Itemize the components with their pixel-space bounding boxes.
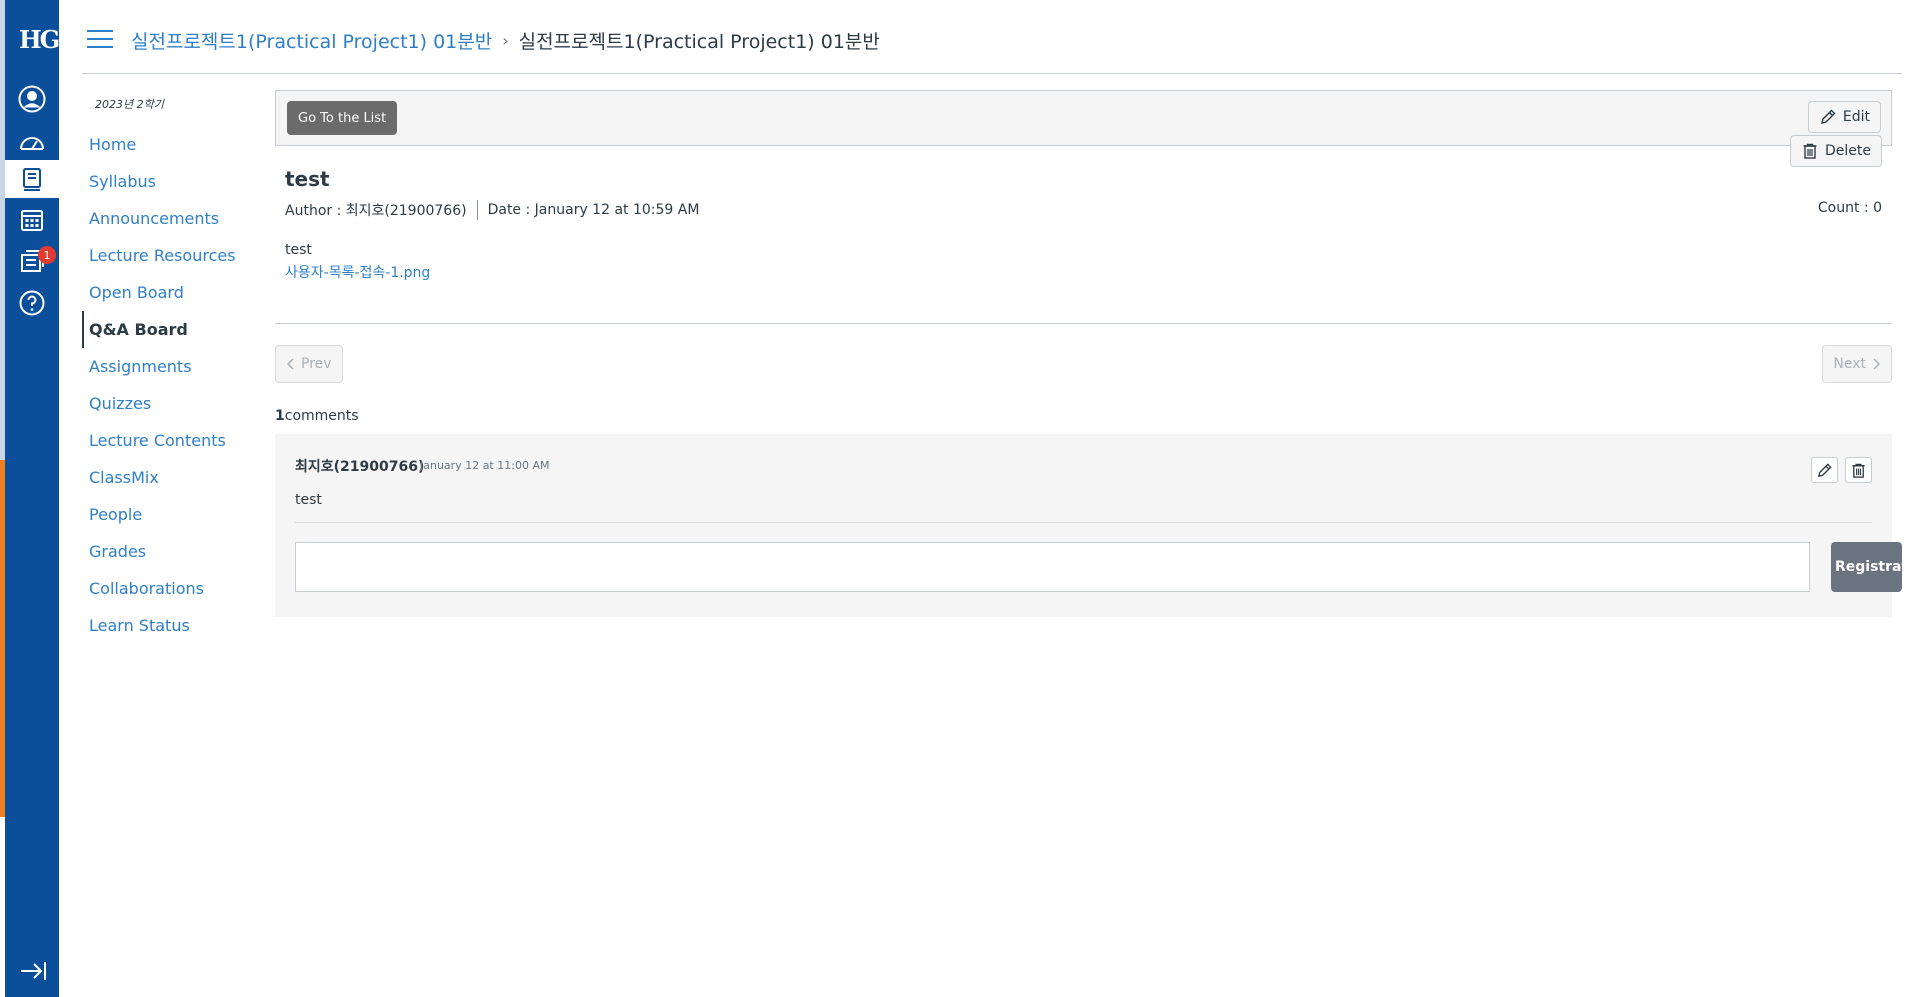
pencil-icon — [1820, 109, 1836, 124]
user-avatar-icon — [18, 85, 46, 113]
comment-delete-button[interactable] — [1845, 457, 1872, 483]
comment-divider — [295, 522, 1872, 523]
post-body: test — [285, 242, 312, 258]
comments-count: 1comments — [275, 408, 359, 424]
post-toolbar: Go To the List Edit — [275, 90, 1892, 146]
post-date: Date : January 12 at 10:59 AM — [487, 202, 700, 218]
nav-qa-board[interactable]: Q&A Board — [82, 311, 262, 348]
dashboard-button[interactable] — [5, 124, 59, 162]
delete-label: Delete — [1825, 143, 1871, 159]
nav-learn-status[interactable]: Learn Status — [82, 607, 262, 644]
content-divider — [275, 323, 1892, 324]
next-label: Next — [1833, 356, 1866, 372]
nav-lecture-contents[interactable]: Lecture Contents — [82, 422, 262, 459]
courses-button[interactable] — [5, 160, 59, 198]
notification-badge: 1 — [38, 246, 56, 264]
trash-icon — [1803, 143, 1817, 159]
nav-assignments[interactable]: Assignments — [82, 348, 262, 385]
trash-icon — [1852, 463, 1865, 478]
post-content: Go To the List Edit Delete test Author:… — [275, 90, 1924, 617]
breadcrumb: 실전프로젝트1(Practical Project1) 01분반 › 실전프로젝… — [131, 27, 880, 54]
comments-count-suffix: comments — [284, 408, 359, 424]
nav-classmix[interactable]: ClassMix — [82, 459, 262, 496]
comments-count-number: 1 — [275, 408, 285, 424]
nav-home[interactable]: Home — [82, 126, 262, 163]
help-button[interactable] — [5, 284, 59, 322]
course-navigation: 2023년 2학기 Home Syllabus Announcements Le… — [82, 96, 262, 644]
meta-divider — [476, 200, 478, 220]
global-nav-rail: HGU 1 — [5, 0, 79, 997]
nav-open-board[interactable]: Open Board — [82, 274, 262, 311]
chevron-left-icon — [286, 358, 294, 370]
post-author: Author : 최지호(21900766) — [285, 203, 467, 219]
collapse-nav-button[interactable] — [19, 960, 47, 986]
inbox-button[interactable]: 1 — [5, 242, 59, 280]
collapse-arrow-icon — [21, 962, 46, 980]
pencil-icon — [1817, 462, 1832, 477]
dashboard-gauge-icon — [20, 137, 44, 150]
comment-edit-button[interactable] — [1811, 457, 1838, 483]
chevron-right-icon — [1873, 358, 1881, 370]
edit-button[interactable]: Edit — [1807, 101, 1881, 133]
comment-input[interactable] — [295, 542, 1810, 592]
go-to-list-button[interactable]: Go To the List — [287, 101, 398, 135]
prev-button[interactable]: Prev — [275, 345, 343, 383]
nav-collaborations[interactable]: Collaborations — [82, 570, 262, 607]
nav-people[interactable]: People — [82, 496, 262, 533]
help-icon — [19, 290, 45, 316]
nav-announcements[interactable]: Announcements — [82, 200, 262, 237]
term-label: 2023년 2학기 — [95, 98, 164, 111]
institution-logo[interactable]: HGU — [19, 25, 79, 54]
post-title: test — [285, 167, 330, 191]
page: HGU 1 실전프로젝트1(Practical Project1) 01분반 ›… — [0, 0, 1924, 997]
delete-button[interactable]: Delete — [1790, 135, 1882, 167]
post-meta: Author : 최지호(21900766) Date : January 12… — [285, 200, 699, 220]
calendar-icon — [21, 210, 43, 231]
hamburger-icon — [87, 30, 113, 32]
nav-syllabus[interactable]: Syllabus — [82, 163, 262, 200]
header-divider — [82, 73, 1902, 74]
course-menu-toggle[interactable] — [87, 30, 113, 50]
view-count: Count : 0 — [1817, 200, 1882, 216]
nav-grades[interactable]: Grades — [82, 533, 262, 570]
comment-date: January 12 at 11:00 AM — [420, 459, 550, 472]
account-button[interactable] — [5, 80, 59, 118]
book-icon — [23, 168, 41, 191]
breadcrumb-separator: › — [502, 31, 509, 50]
calendar-button[interactable] — [5, 201, 59, 239]
breadcrumb-current: 실전프로젝트1(Practical Project1) 01분반 — [518, 31, 880, 53]
comments-section: 최지호(21900766) January 12 at 11:00 AM tes… — [275, 434, 1924, 617]
nav-lecture-resources[interactable]: Lecture Resources — [82, 237, 262, 274]
breadcrumb-course-link[interactable]: 실전프로젝트1(Practical Project1) 01분반 — [131, 27, 492, 54]
nav-quizzes[interactable]: Quizzes — [82, 385, 262, 422]
prev-label: Prev — [301, 356, 332, 372]
attachment-link[interactable]: 사용자-목록-접속-1.png — [285, 262, 430, 282]
next-button[interactable]: Next — [1822, 345, 1892, 383]
comment-submit-button[interactable]: Registration — [1831, 542, 1924, 592]
comment-text: test — [295, 492, 322, 508]
comment-author: 최지호(21900766) — [295, 459, 425, 475]
edit-label: Edit — [1842, 109, 1870, 125]
